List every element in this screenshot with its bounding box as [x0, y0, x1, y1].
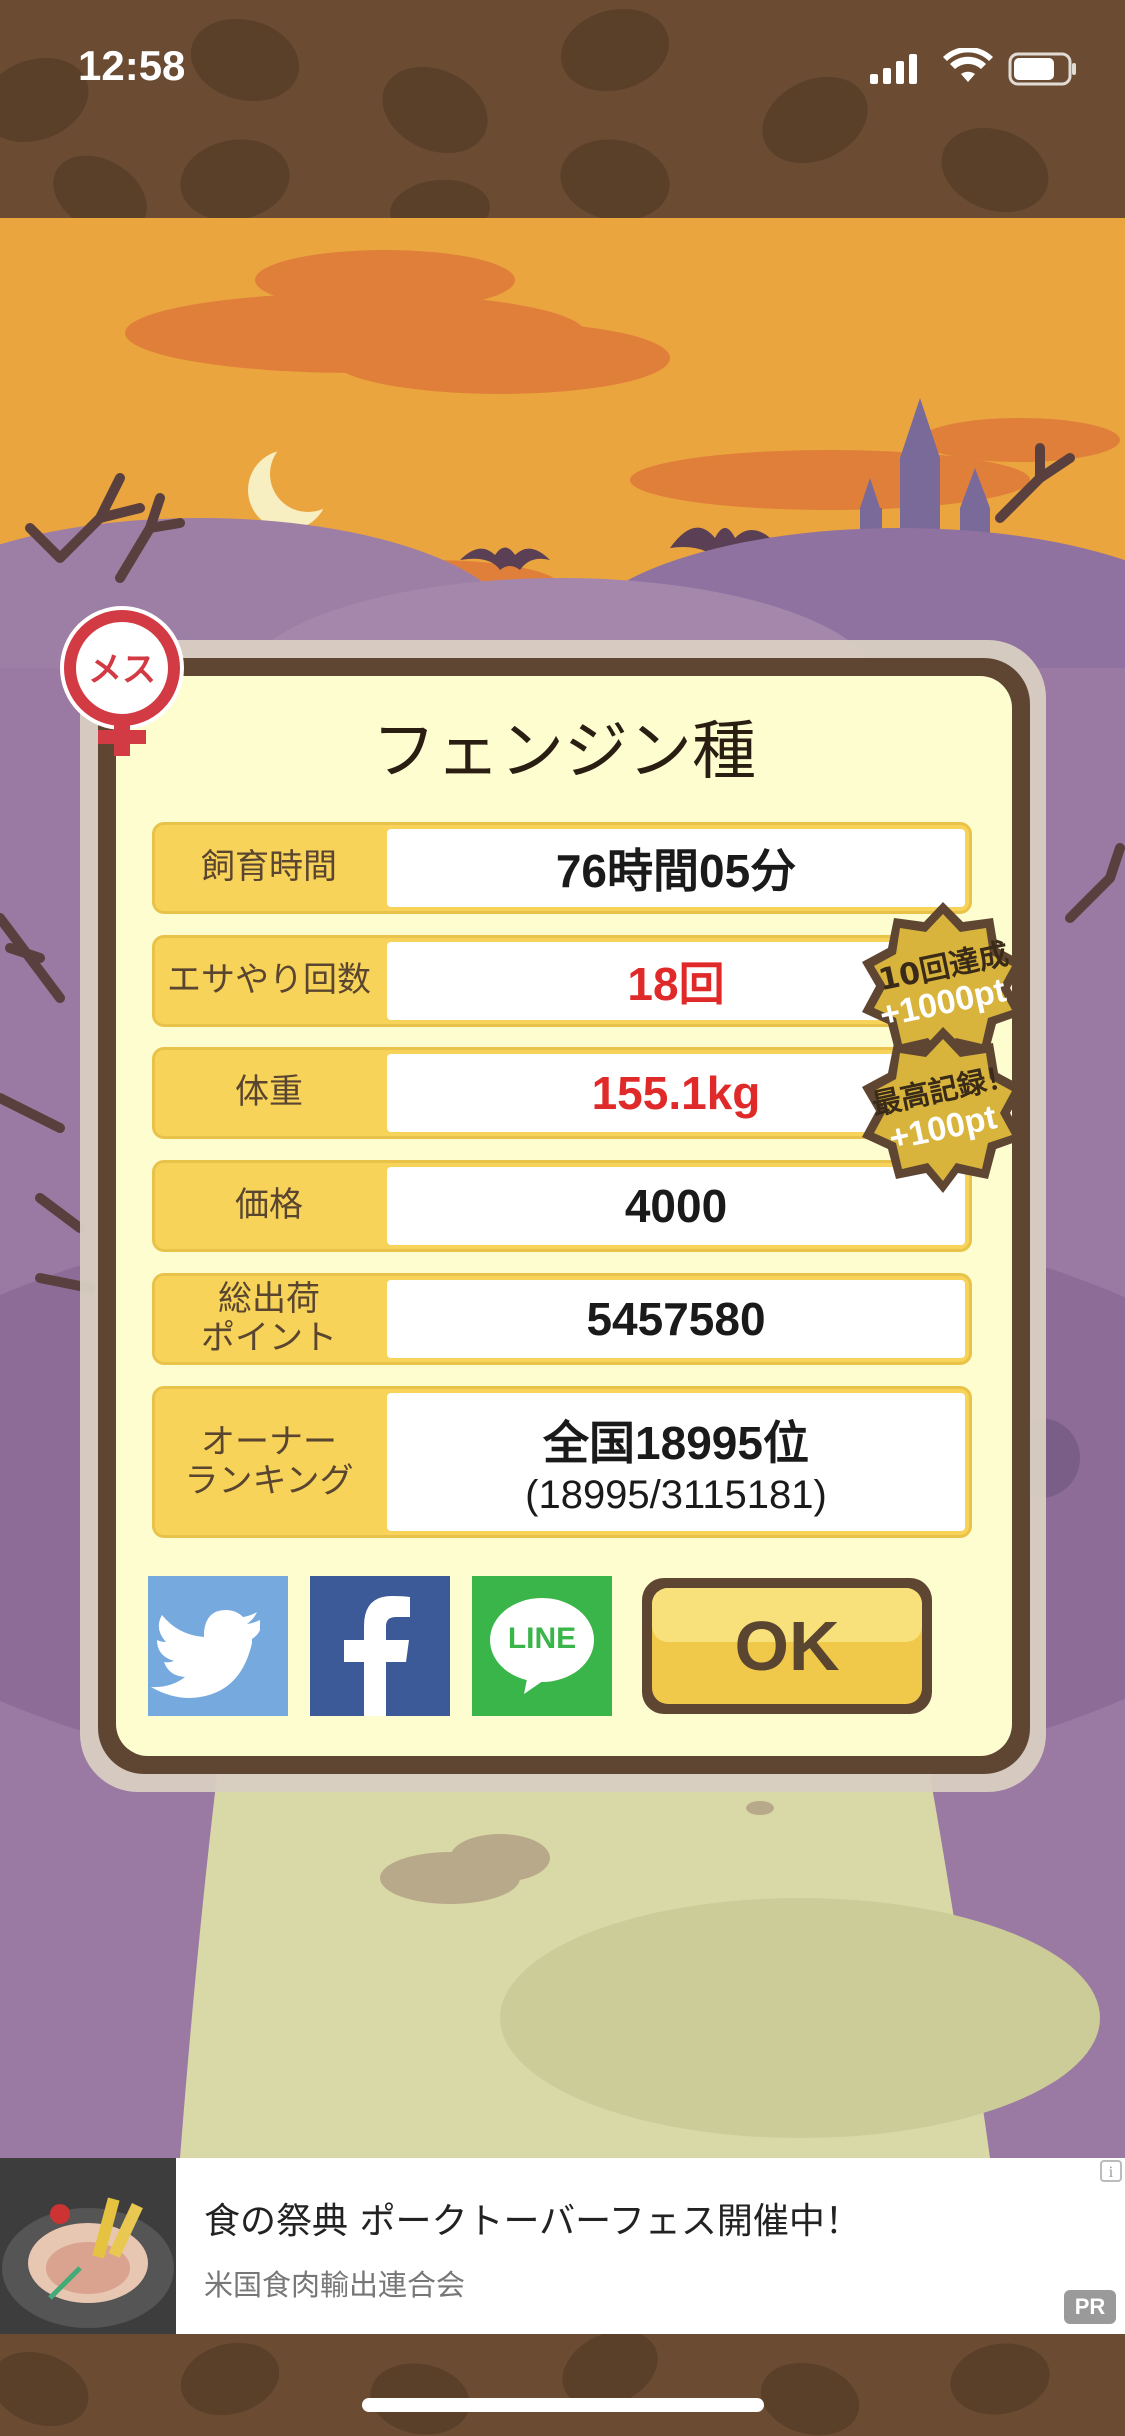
facebook-share-button[interactable] [310, 1576, 450, 1716]
signal-wifi-battery-icon [870, 46, 1076, 86]
line-label: LINE [507, 1622, 577, 1655]
home-indicator[interactable] [362, 2398, 764, 2412]
row-label-line2: ランキング [184, 1461, 354, 1501]
stat-row-shipping-points: 総出荷 ポイント 5457580 [152, 1273, 972, 1365]
facebook-icon [344, 1596, 410, 1716]
stat-row-feeding-time: 飼育時間 76時間05分 [152, 822, 972, 914]
row-label: 飼育時間 [201, 847, 337, 888]
female-symbol-icon: メス [52, 604, 192, 764]
status-icons [870, 46, 1080, 88]
stat-row-owner-ranking: オーナー ランキング 全国18995位 (18995/3115181) [152, 1386, 972, 1538]
status-bar [0, 0, 1125, 218]
pr-badge: PR [1064, 2290, 1116, 2324]
row-value: 5457580 [387, 1280, 965, 1358]
row-label-line1: オーナー [200, 1421, 337, 1462]
stat-row-feed-count: エサやり回数 18回 [152, 935, 972, 1027]
row-label: エサやり回数 [167, 960, 371, 1001]
row-label: オーナー ランキング [155, 1389, 383, 1535]
achievement-badge-weight: 最高記録！ +100pt [858, 1025, 1028, 1195]
line-share-button[interactable]: LINE [472, 1576, 612, 1716]
ad-image[interactable] [0, 2158, 176, 2334]
bottom-pattern [0, 2334, 1125, 2436]
row-label-line1: 総出荷 [218, 1278, 320, 1319]
row-label: 総出荷 ポイント [155, 1276, 383, 1362]
dialog-title: フェンジン種 [372, 715, 756, 789]
ok-button[interactable]: OK [640, 1576, 934, 1716]
female-label: メス [88, 650, 156, 690]
row-label: 体重 [235, 1072, 303, 1113]
ranking-detail: (18995/3115181) [525, 1472, 827, 1517]
row-value: 全国18995位 (18995/3115181) [387, 1393, 965, 1531]
status-time: 12:58 [78, 42, 186, 89]
row-value: 76時間05分 [387, 829, 965, 907]
twitter-share-button[interactable] [148, 1576, 288, 1716]
stat-row-weight: 体重 155.1kg [152, 1047, 972, 1139]
ad-title[interactable]: 食の祭典 ポークトーバーフェス開催中！ [204, 2192, 861, 2244]
ranking-value: 全国18995位 [543, 1416, 809, 1469]
row-label: 価格 [235, 1185, 303, 1226]
ok-label: OK [734, 1607, 840, 1685]
ad-sponsor: 米国食肉輸出連合会 [204, 2268, 466, 2302]
ad-info-icon[interactable]: i [1100, 2160, 1122, 2182]
row-label-line2: ポイント [201, 1318, 337, 1358]
stat-row-price: 価格 4000 [152, 1160, 972, 1252]
twitter-icon [151, 1610, 260, 1698]
